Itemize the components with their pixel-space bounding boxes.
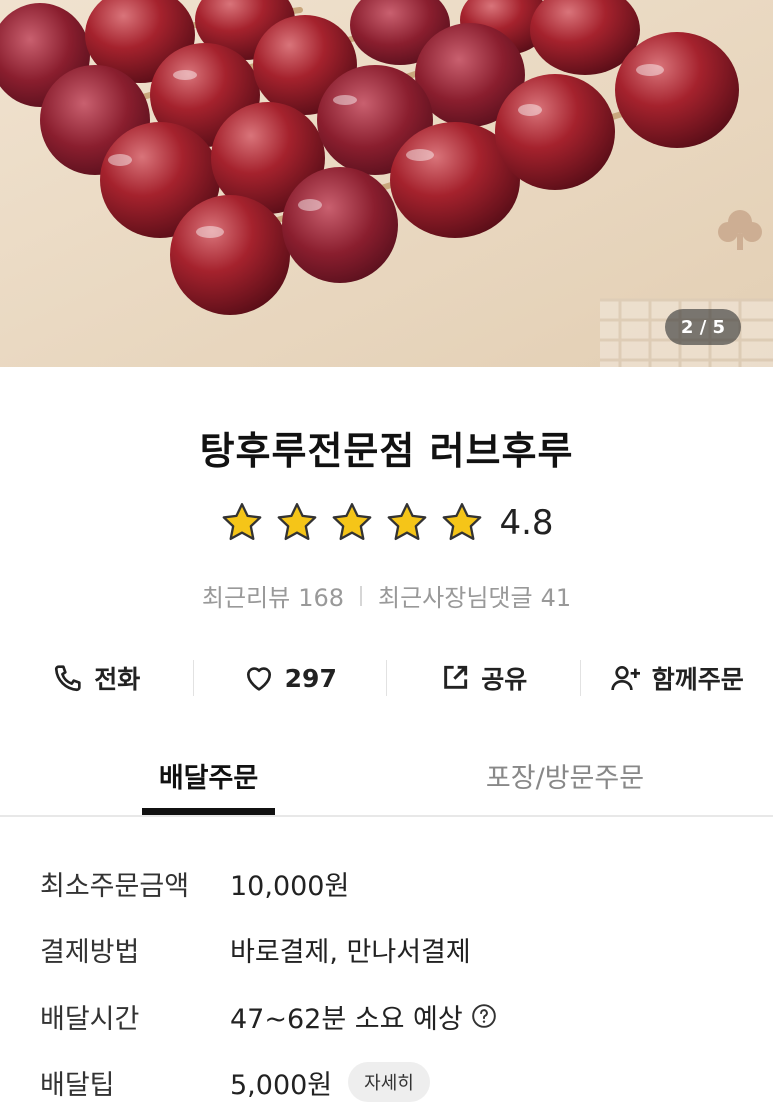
store-action-bar: 전화 297 공유 함께주문 [0, 650, 773, 706]
group-order-label: 함께주문 [651, 665, 744, 694]
delivery-tip-row: 배달팁 5,000원 자세히 [40, 1062, 430, 1102]
divider [0, 815, 773, 817]
divider [360, 585, 363, 606]
help-icon[interactable] [471, 1003, 497, 1029]
payment-method-row: 결제방법 바로결제, 만나서결제 [40, 929, 471, 969]
review-summary: 최근리뷰 168 최근사장님댓글 41 [0, 578, 773, 613]
recent-reviews-link[interactable]: 최근리뷰 168 [202, 578, 344, 613]
call-label: 전화 [94, 665, 141, 694]
star-icon [443, 503, 482, 541]
share-button[interactable]: 공유 [387, 650, 580, 706]
tab-takeout[interactable]: 포장/방문주문 [430, 740, 700, 818]
add-user-icon [611, 666, 640, 691]
star-icon [333, 503, 372, 541]
phone-icon [55, 665, 81, 692]
recent-reviews-count: 168 [298, 584, 345, 612]
payment-method-value: 바로결제, 만나서결제 [230, 936, 471, 968]
owner-replies-label: 최근사장님댓글 [378, 584, 533, 612]
min-order-label: 최소주문금액 [40, 870, 190, 902]
active-tab-indicator [142, 808, 275, 815]
share-icon [444, 665, 468, 689]
call-button[interactable]: 전화 [0, 650, 193, 706]
recent-reviews-label: 최근리뷰 [201, 584, 291, 612]
min-order-row: 최소주문금액 10,000원 [40, 863, 349, 903]
like-count: 297 [284, 663, 337, 693]
delivery-tip-detail-button[interactable]: 자세히 [348, 1062, 430, 1102]
heart-icon [246, 667, 271, 691]
star-icon [388, 503, 427, 541]
rating-value: 4.8 [499, 503, 554, 543]
payment-method-label: 결제방법 [40, 936, 140, 968]
star-icon [278, 503, 317, 541]
delivery-time-value: 47~62분 소요 예상 [230, 1003, 463, 1035]
group-order-button[interactable]: 함께주문 [581, 650, 773, 706]
rating-stars [219, 500, 485, 546]
delivery-time-value-wrap: 47~62분 소요 예상 [230, 997, 497, 1036]
store-hero-image[interactable]: 2 / 5 [0, 0, 773, 367]
store-name: 탕후루전문점 러브후루 [199, 429, 574, 473]
delivery-time-label: 배달시간 [40, 1003, 140, 1035]
order-type-tabs: 배달주문 포장/방문주문 [0, 740, 773, 818]
delivery-tip-value: 5,000원 [230, 1069, 333, 1101]
star-icon [223, 503, 262, 541]
tanghulu-photo [0, 0, 773, 367]
image-page-indicator: 2 / 5 [665, 309, 741, 345]
share-label: 공유 [481, 665, 528, 694]
owner-replies-link[interactable]: 최근사장님댓글 41 [378, 578, 571, 613]
tab-delivery[interactable]: 배달주문 [142, 740, 275, 818]
delivery-tip-label: 배달팁 [40, 1069, 115, 1101]
store-rating: 4.8 [0, 500, 773, 546]
min-order-value: 10,000원 [230, 870, 350, 902]
owner-replies-count: 41 [540, 584, 572, 612]
like-button[interactable]: 297 [194, 650, 387, 706]
delivery-time-row: 배달시간 47~62분 소요 예상 [40, 996, 497, 1036]
